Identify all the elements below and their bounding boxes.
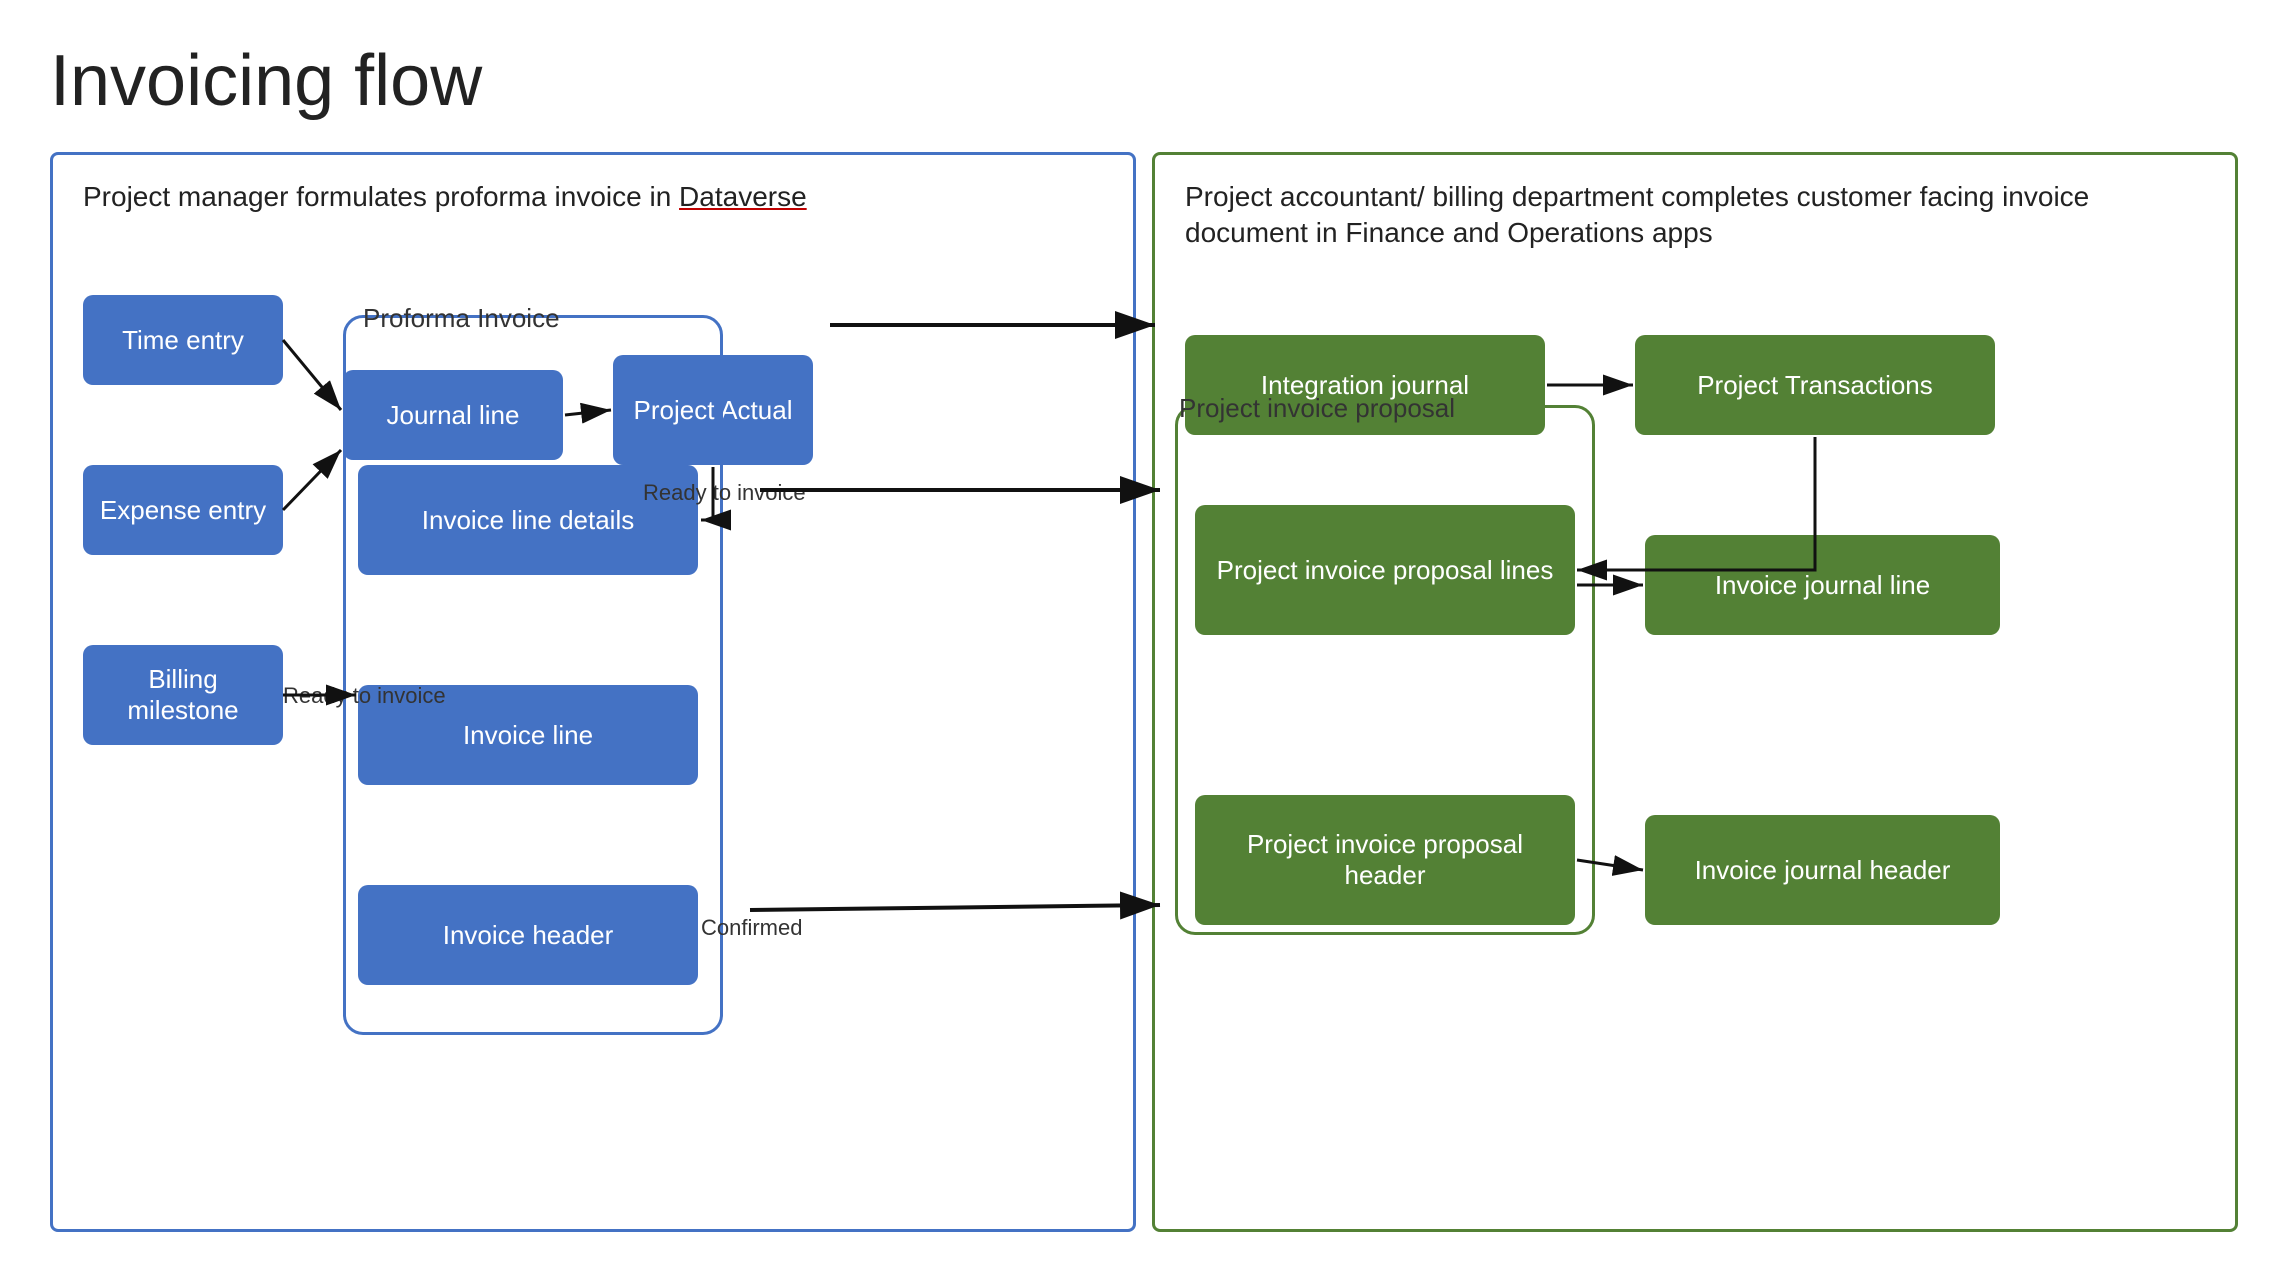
proposal-lines-box: Project invoice proposal lines <box>1195 505 1575 635</box>
left-panel: Project manager formulates proforma invo… <box>50 152 1136 1232</box>
right-panel-title: Project accountant/ billing department c… <box>1185 179 2205 252</box>
ready-to-invoice-label-1: Ready to invoice <box>643 480 806 506</box>
time-entry-box: Time entry <box>83 295 283 385</box>
invoice-journal-header-box: Invoice journal header <box>1645 815 2000 925</box>
invoice-journal-line-box: Invoice journal line <box>1645 535 2000 635</box>
proposal-header-box: Project invoice proposal header <box>1195 795 1575 925</box>
left-panel-title: Project manager formulates proforma invo… <box>83 179 1103 215</box>
page-title: Invoicing flow <box>50 40 2238 122</box>
expense-entry-box: Expense entry <box>83 465 283 555</box>
proforma-label: Proforma Invoice <box>363 303 560 334</box>
project-transactions-box: Project Transactions <box>1635 335 1995 435</box>
billing-milestone-box: Billing milestone <box>83 645 283 745</box>
invoice-header-box: Invoice header <box>358 885 698 985</box>
ready-to-invoice-label-2: Ready to invoice <box>283 683 446 709</box>
proposal-label: Project invoice proposal <box>1179 393 1455 424</box>
right-panel: Project accountant/ billing department c… <box>1152 152 2238 1232</box>
confirmed-label: Confirmed <box>701 915 802 941</box>
